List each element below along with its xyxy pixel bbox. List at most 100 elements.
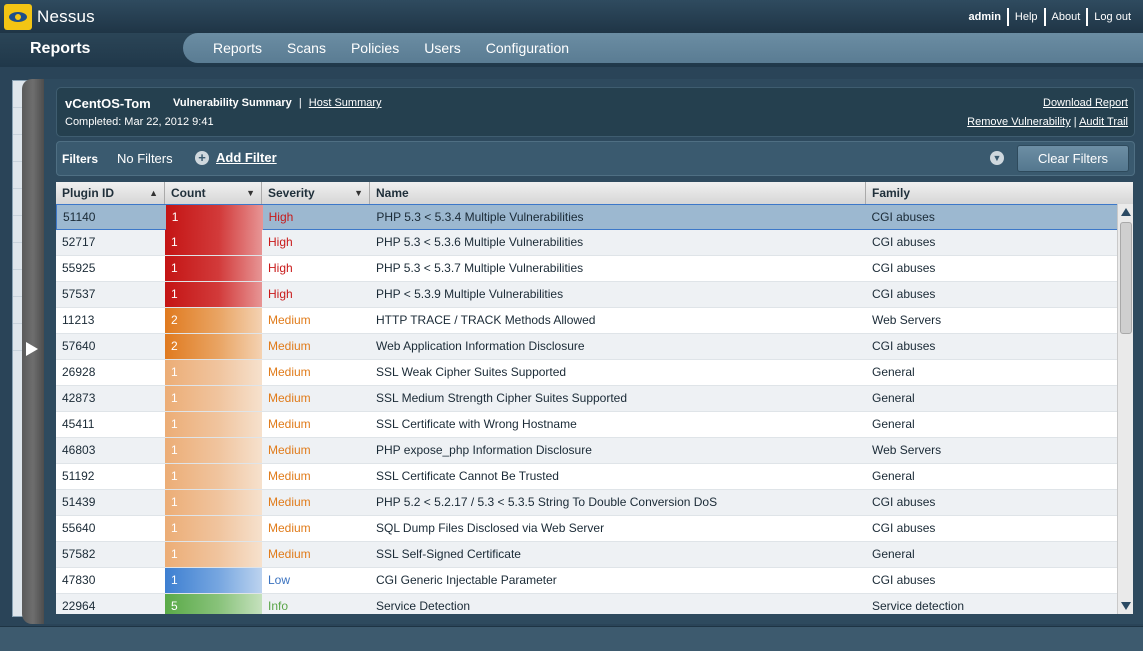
sort-desc-icon: ▼ (246, 188, 255, 198)
plugin-id-cell: 51192 (62, 469, 95, 483)
about-link[interactable]: About (1046, 11, 1087, 23)
table-row[interactable]: 45411 1 Medium SSL Certificate with Wrong H… (56, 412, 1118, 438)
scroll-thumb[interactable] (1120, 222, 1132, 334)
plugin-id-cell: 45411 (62, 417, 95, 431)
severity-cell: Medium (268, 495, 311, 509)
remove-vulnerability-link[interactable]: Remove Vulnerability (967, 116, 1071, 128)
count-cell: 1 (165, 386, 262, 411)
severity-cell: Medium (268, 391, 311, 405)
plugin-id-cell: 22964 (62, 599, 96, 613)
report-header: vCentOS-Tom Vulnerability Summary | Host… (56, 87, 1135, 137)
family-cell: General (872, 547, 915, 561)
severity-cell: High (268, 210, 294, 224)
plus-icon: + (195, 150, 209, 165)
host-summary-link[interactable]: Host Summary (309, 97, 382, 109)
severity-cell: Medium (268, 547, 311, 561)
add-filter-button[interactable]: + Add Filter (195, 150, 277, 165)
name-cell: PHP < 5.3.9 Multiple Vulnerabilities (376, 287, 564, 301)
chevron-down-icon[interactable]: ▼ (990, 151, 1004, 165)
severity-cell: Medium (268, 417, 311, 431)
severity-cell: High (268, 287, 293, 301)
plugin-id-cell: 57640 (62, 339, 96, 353)
name-cell: SSL Certificate Cannot Be Trusted (376, 469, 559, 483)
table-row[interactable]: 52717 1 High PHP 5.3 < 5.3.6 Multiple Vulne… (56, 230, 1118, 256)
eye-logo-icon (4, 4, 32, 30)
name-cell: PHP 5.3 < 5.3.4 Multiple Vulnerabilities (376, 210, 584, 224)
plugin-id-cell: 57582 (62, 547, 96, 561)
filters-label: Filters (62, 152, 99, 166)
column-name[interactable]: Name (370, 182, 866, 204)
table-row[interactable]: 26928 1 Medium SSL Weak Cipher Suites Suppo… (56, 360, 1118, 386)
plugin-id-cell: 55925 (62, 261, 96, 275)
family-cell: CGI abuses (872, 287, 936, 301)
plugin-id-cell: 52717 (62, 235, 96, 249)
tab-policies[interactable]: Policies (351, 40, 399, 56)
column-count[interactable]: Count ▼ (165, 182, 262, 204)
logo-text: Nessus (37, 7, 95, 26)
name-cell: SSL Weak Cipher Suites Supported (376, 365, 567, 379)
table-row[interactable]: 55925 1 High PHP 5.3 < 5.3.7 Multiple Vulne… (56, 256, 1118, 282)
nessus-logo[interactable]: Nessus (4, 4, 95, 30)
name-cell: SSL Medium Strength Cipher Suites Suppor… (376, 391, 628, 405)
table-row[interactable]: 51140 1 High PHP 5.3 < 5.3.4 Multiple Vulne… (56, 204, 1118, 230)
table-row[interactable]: 57537 1 High PHP < 5.3.9 Multiple Vulnerabi… (56, 282, 1118, 308)
filter-status: No Filters (117, 151, 173, 166)
plugin-id-cell: 42873 (62, 391, 96, 405)
count-cell: 1 (165, 542, 262, 567)
table-header: Plugin ID ▲ Count ▼ Severity ▼ Name Family (56, 182, 1133, 205)
count-cell: 1 (165, 568, 262, 593)
table-row[interactable]: 57640 2 Medium Web Application Information … (56, 334, 1118, 360)
tab-users[interactable]: Users (424, 40, 461, 56)
table-row[interactable]: 22964 5 Info Service Detection Service detec… (56, 594, 1118, 614)
scroll-down-icon[interactable] (1121, 602, 1131, 610)
audit-trail-link[interactable]: Audit Trail (1079, 116, 1128, 128)
divider: | (1073, 116, 1077, 128)
family-cell: General (872, 365, 915, 379)
help-link[interactable]: Help (1009, 11, 1044, 23)
severity-cell: High (268, 261, 293, 275)
table-row[interactable]: 11213 2 Medium HTTP TRACE / TRACK Methods A… (56, 308, 1118, 334)
count-cell: 1 (165, 360, 262, 385)
column-family[interactable]: Family (866, 182, 1133, 204)
host-name: vCentOS-Tom (65, 96, 151, 111)
column-severity[interactable]: Severity ▼ (262, 182, 370, 204)
plugin-id-cell: 26928 (62, 365, 96, 379)
user-link[interactable]: admin (963, 11, 1007, 23)
table-row[interactable]: 46803 1 Medium PHP expose_php Information D… (56, 438, 1118, 464)
table-row[interactable]: 57582 1 Medium SSL Self-Signed Certificate G… (56, 542, 1118, 568)
remove-audit-links: Remove Vulnerability | Audit Trail (967, 116, 1128, 128)
plugin-id-cell: 46803 (62, 443, 96, 457)
clear-filters-button[interactable]: Clear Filters (1017, 145, 1129, 172)
column-plugin-id[interactable]: Plugin ID ▲ (56, 182, 165, 204)
name-cell: SSL Self-Signed Certificate (376, 547, 521, 561)
family-cell: CGI abuses (872, 521, 936, 535)
logout-link[interactable]: Log out (1088, 11, 1137, 23)
name-cell: HTTP TRACE / TRACK Methods Allowed (376, 313, 596, 327)
plugin-id-cell: 47830 (62, 573, 96, 587)
tab-scans[interactable]: Scans (287, 40, 326, 56)
family-cell: CGI abuses (872, 261, 936, 275)
vertical-scrollbar[interactable] (1117, 204, 1133, 614)
table-row[interactable]: 55640 1 Medium SQL Dump Files Disclosed via… (56, 516, 1118, 542)
family-cell: Web Servers (872, 443, 942, 457)
sort-asc-icon: ▲ (149, 188, 158, 198)
section-title: Reports (30, 40, 91, 57)
family-cell: CGI abuses (872, 339, 936, 353)
download-report-link[interactable]: Download Report (1043, 97, 1128, 109)
table-row[interactable]: 47830 1 Low CGI Generic Injectable Paramete… (56, 568, 1118, 594)
name-cell: PHP 5.3 < 5.3.6 Multiple Vulnerabilities (376, 235, 584, 249)
panel-toggle-handle[interactable] (22, 79, 44, 624)
vulnerability-table: Plugin ID ▲ Count ▼ Severity ▼ Name Family … (56, 182, 1133, 614)
name-cell: CGI Generic Injectable Parameter (376, 573, 557, 587)
table-row[interactable]: 51192 1 Medium SSL Certificate Cannot Be Tr… (56, 464, 1118, 490)
count-cell: 1 (165, 256, 262, 281)
expand-arrow-icon[interactable] (26, 342, 38, 356)
table-row[interactable]: 42873 1 Medium SSL Medium Strength Cipher S… (56, 386, 1118, 412)
family-cell: CGI abuses (872, 573, 936, 587)
tab-reports[interactable]: Reports (213, 40, 262, 56)
tab-configuration[interactable]: Configuration (486, 40, 569, 56)
scroll-up-icon[interactable] (1121, 208, 1131, 216)
plugin-id-cell: 55640 (62, 521, 96, 535)
severity-cell: Medium (268, 469, 311, 483)
table-row[interactable]: 51439 1 Medium PHP 5.2 < 5.2.17 / 5.3 < 5.3… (56, 490, 1118, 516)
